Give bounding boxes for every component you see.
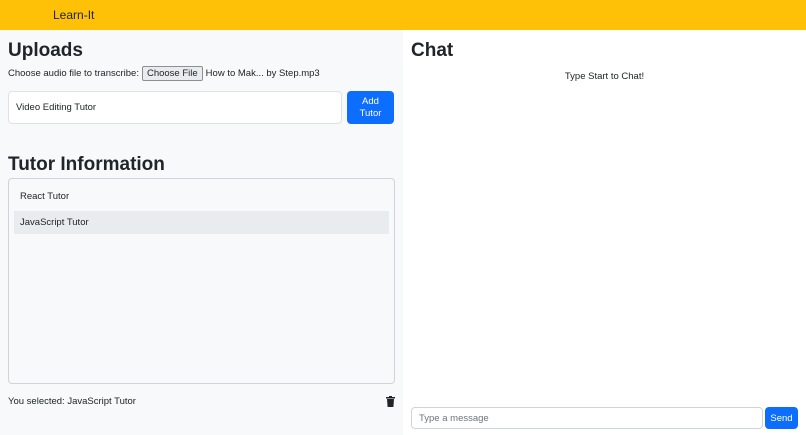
tutor-name-input[interactable] <box>8 91 342 124</box>
message-input[interactable] <box>411 407 763 429</box>
trash-icon[interactable] <box>386 396 395 407</box>
chat-hint: Type Start to Chat! <box>564 71 645 82</box>
tutor-list-item[interactable]: React Tutor <box>14 185 389 208</box>
navbar: Learn-It <box>0 0 806 30</box>
selected-tutor-text: You selected: JavaScript Tutor <box>8 396 136 407</box>
chat-panel: Chat Type Start to Chat! Send <box>403 30 806 435</box>
tutor-information-heading: Tutor Information <box>8 154 165 175</box>
chat-heading: Chat <box>411 40 454 61</box>
send-button[interactable]: Send <box>765 407 798 429</box>
file-upload-label: Choose audio file to transcribe: <box>8 67 139 79</box>
choose-file-button[interactable]: Choose File <box>141 65 203 81</box>
tutor-list: React Tutor JavaScript Tutor <box>8 178 395 384</box>
file-upload-row: Choose audio file to transcribe: Choose … <box>8 65 320 81</box>
uploads-heading: Uploads <box>8 40 83 61</box>
add-tutor-label-line1: Add <box>362 95 379 107</box>
add-tutor-button[interactable]: Add Tutor <box>347 91 394 124</box>
selected-file-name: How to Mak... by Step.mp3 <box>205 67 320 79</box>
add-tutor-label-line2: Tutor <box>359 107 382 119</box>
uploads-panel: Uploads Choose audio file to transcribe:… <box>0 30 403 435</box>
brand-logo[interactable]: Learn-It <box>53 8 94 22</box>
tutor-list-item-selected[interactable]: JavaScript Tutor <box>14 211 389 234</box>
